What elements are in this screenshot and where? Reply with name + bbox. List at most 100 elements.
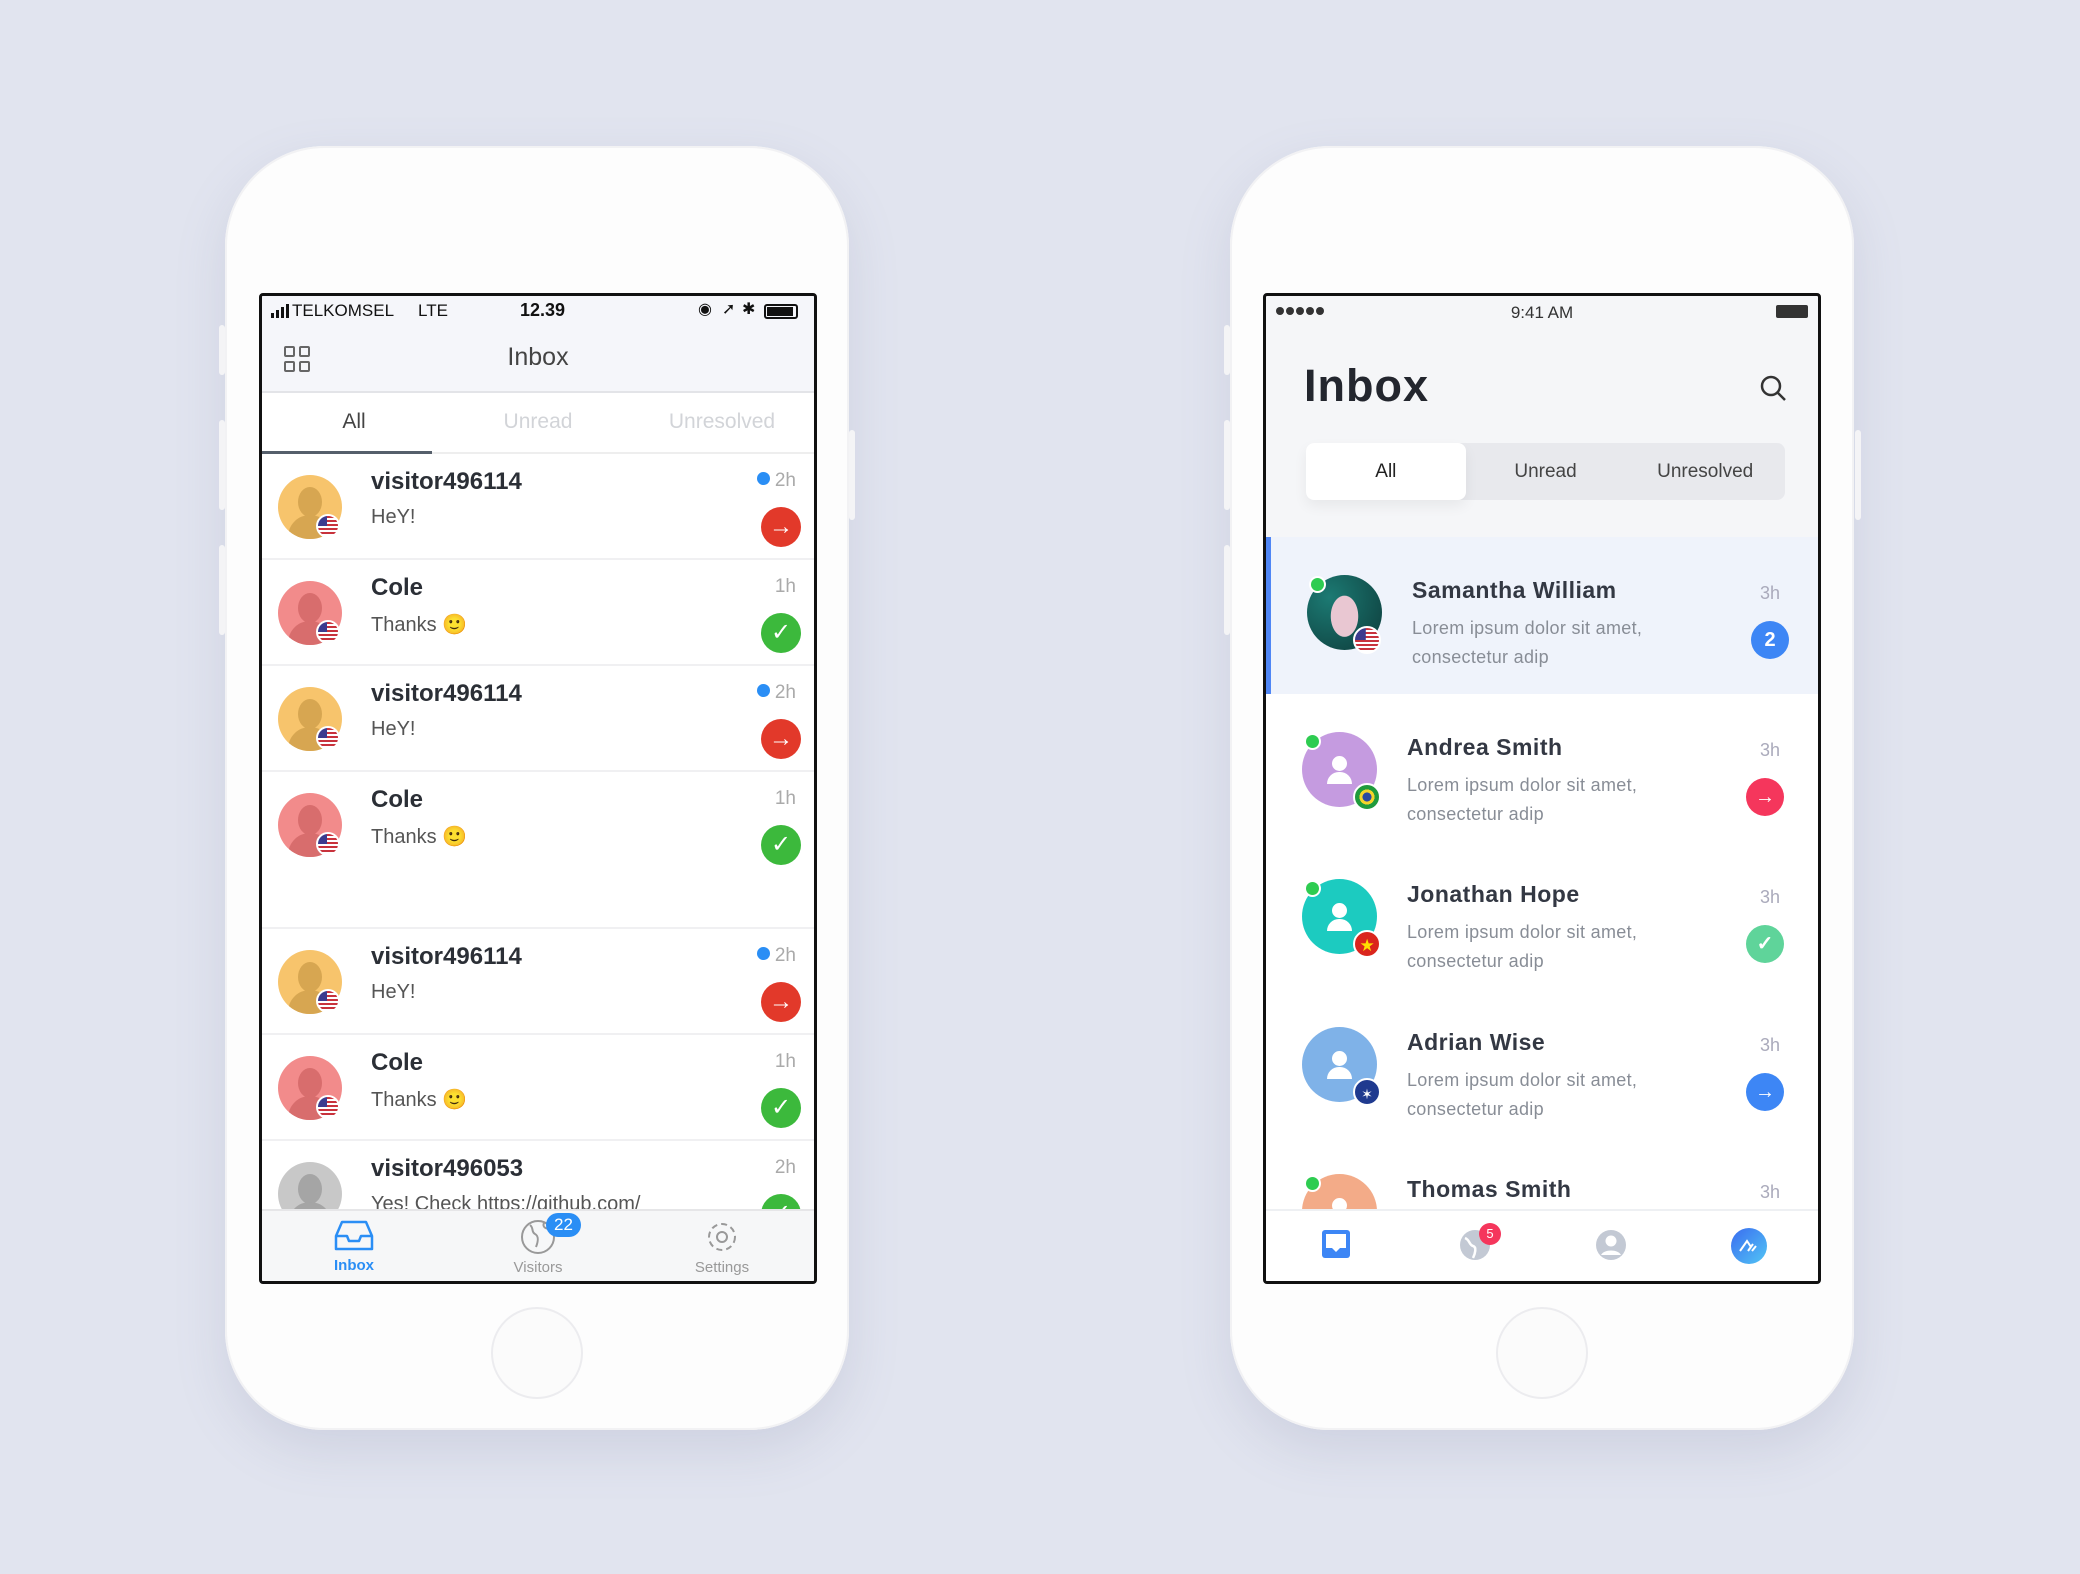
tab-bar: Inbox 22 Visitors Settings <box>262 1209 814 1281</box>
timestamp: 2h <box>756 945 796 967</box>
time-text: 1h <box>774 788 796 809</box>
unread-count-badge: 2 <box>1751 621 1789 659</box>
clock: 9:41 AM <box>1510 303 1574 322</box>
user-icon <box>1596 1230 1626 1260</box>
conversation-row[interactable]: visitor496114 HeY! 2h → <box>262 666 814 772</box>
contact-name: visitor496114 <box>371 680 522 707</box>
contact-name: Adrian Wise <box>1407 1029 1546 1055</box>
home-button[interactable] <box>1496 1307 1588 1399</box>
status-bar: TELKOMSEL LTE 12.39 ◉ ➚ ✱ <box>262 296 814 326</box>
unread-dot-icon <box>756 684 770 697</box>
search-icon[interactable] <box>1759 374 1787 402</box>
online-status-dot <box>1309 576 1326 593</box>
tab-unresolved[interactable]: Unresolved <box>630 393 814 452</box>
battery-icon <box>1776 305 1808 318</box>
tabbar-visitors[interactable]: 22 Visitors <box>446 1211 630 1281</box>
message-preview: HeY! <box>371 718 416 740</box>
contact-name: Cole <box>371 1049 424 1076</box>
tabbar-inbox[interactable]: Inbox <box>262 1211 446 1281</box>
resolved-check-icon[interactable]: ✓ <box>761 825 801 865</box>
tabbar-label: Settings <box>694 1259 750 1276</box>
conversation-row[interactable]: Thomas Smith 3h <box>1266 1136 1818 1209</box>
tab-all[interactable]: All <box>1306 443 1466 500</box>
timestamp: 1h <box>775 576 796 598</box>
page-title: Inbox <box>1304 360 1429 411</box>
tab-unread[interactable]: Unread <box>446 393 630 452</box>
reply-arrow-button[interactable]: → <box>761 507 801 547</box>
time-text: 2h <box>774 470 796 491</box>
resolved-check-icon[interactable]: ✓ <box>761 1088 801 1128</box>
au-flag-icon: ✶ <box>1353 1078 1381 1106</box>
tab-bar: 5 <box>1266 1209 1818 1281</box>
tabbar-visitors[interactable]: 5 <box>1404 1211 1542 1281</box>
resolved-check-icon[interactable]: ✓ <box>1746 925 1784 963</box>
us-flag-icon <box>316 989 340 1013</box>
gear-icon <box>708 1223 736 1251</box>
home-button[interactable] <box>491 1307 583 1399</box>
right-app-screen: 9:41 AM Inbox All Unread Unresolved Sama… <box>1263 293 1821 1284</box>
reply-arrow-button[interactable]: → <box>1746 778 1784 816</box>
conversation-row[interactable]: ✶ Adrian Wise Lorem ipsum dolor sit amet, … <box>1266 989 1818 1137</box>
message-preview: Thanks 🙂 <box>371 826 468 848</box>
time-text: 2h <box>774 945 796 966</box>
conversation-row[interactable]: ★ Jonathan Hope Lorem ipsum dolor sit amet… <box>1266 841 1818 989</box>
message-preview: Lorem ipsum dolor sit amet, consectetur … <box>1407 775 1638 824</box>
timestamp: 1h <box>775 1051 796 1073</box>
conversation-row[interactable]: Andrea Smith Lorem ipsum dolor sit amet, … <box>1266 694 1818 842</box>
conversation-list: visitor496114 HeY! 2h → Cole Thanks 🙂 1h ✓ visit… <box>262 454 814 1247</box>
tab-unresolved[interactable]: Unresolved <box>1625 443 1785 500</box>
contact-name: visitor496114 <box>371 943 522 970</box>
visitors-badge: 22 <box>546 1213 581 1237</box>
tabbar-account[interactable] <box>1680 1211 1818 1281</box>
online-status-dot <box>1304 733 1321 750</box>
segmented-control: All Unread Unresolved <box>1306 443 1785 500</box>
us-flag-icon <box>316 726 340 750</box>
brand-logo-icon <box>1731 1228 1767 1264</box>
timestamp: 2h <box>756 682 796 704</box>
status-bar: 9:41 AM <box>1266 296 1818 326</box>
conversation-row[interactable]: visitor496114 HeY! 2h → <box>262 454 814 560</box>
reply-arrow-button[interactable]: → <box>1746 1073 1784 1111</box>
time-text: 2h <box>774 682 796 703</box>
contact-name: visitor496114 <box>371 468 522 495</box>
lock-rotation-icon: ◉ <box>698 301 712 318</box>
contact-name: Samantha William <box>1412 577 1617 603</box>
visitors-badge: 5 <box>1479 1223 1501 1245</box>
message-preview: Thanks 🙂 <box>371 1089 468 1111</box>
filter-tabs: All Unread Unresolved <box>262 393 814 454</box>
conversation-row[interactable]: visitor496114 HeY! 2h → <box>262 929 814 1035</box>
tab-all[interactable]: All <box>262 393 446 452</box>
us-flag-icon <box>316 620 340 644</box>
timestamp: 3h <box>1759 1182 1780 1202</box>
online-status-dot <box>1304 1175 1321 1192</box>
tabbar-settings[interactable]: Settings <box>630 1211 814 1281</box>
conversation-row[interactable]: Cole Thanks 🙂 1h ✓ <box>262 772 814 929</box>
conversation-row[interactable]: Samantha William Lorem ipsum dolor sit am… <box>1266 537 1818 694</box>
contact-name: Jonathan Hope <box>1407 881 1580 907</box>
reply-arrow-button[interactable]: → <box>761 719 801 759</box>
location-icon: ➚ <box>722 301 736 318</box>
us-flag-icon <box>1353 626 1381 654</box>
tabbar-profile[interactable] <box>1542 1211 1680 1281</box>
tabbar-label: Visitors <box>513 1259 563 1276</box>
reply-arrow-button[interactable]: → <box>761 982 801 1022</box>
tabbar-inbox[interactable] <box>1266 1211 1404 1281</box>
contact-name: visitor496053 <box>371 1155 524 1182</box>
us-flag-icon <box>316 514 340 538</box>
unread-dot-icon <box>756 472 770 485</box>
tab-unread[interactable]: Unread <box>1466 443 1626 500</box>
contact-name: Cole <box>371 786 424 813</box>
time-text: 1h <box>774 1051 796 1072</box>
message-preview: Lorem ipsum dolor sit amet, consectetur … <box>1407 922 1638 971</box>
contact-name: Andrea Smith <box>1407 734 1563 760</box>
conversation-row[interactable]: Cole Thanks 🙂 1h ✓ <box>262 1035 814 1141</box>
us-flag-icon <box>316 832 340 856</box>
timestamp: 3h <box>1759 1035 1780 1055</box>
inbox-tray-icon <box>334 1220 374 1251</box>
us-flag-icon <box>316 1095 340 1119</box>
conversation-row[interactable]: Cole Thanks 🙂 1h ✓ <box>262 560 814 666</box>
timestamp: 3h <box>1759 583 1780 603</box>
bluetooth-icon: ✱ <box>742 301 756 318</box>
page-title: Inbox <box>507 343 569 371</box>
resolved-check-icon[interactable]: ✓ <box>761 613 801 653</box>
